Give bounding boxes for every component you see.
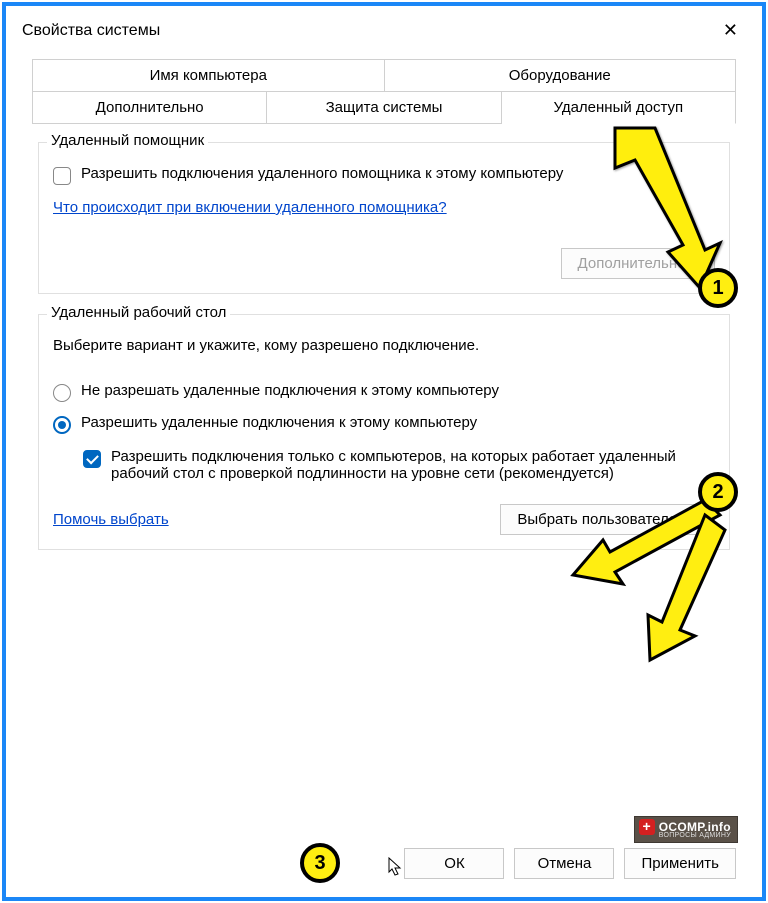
tab-remote[interactable]: Удаленный доступ: [502, 91, 736, 124]
tabs: Имя компьютера Оборудование Дополнительн…: [32, 59, 736, 124]
select-users-button[interactable]: Выбрать пользователей...: [500, 504, 715, 535]
group-title-remote-desktop: Удаленный рабочий стол: [47, 304, 230, 321]
allow-remote-assistance-label: Разрешить подключения удаленного помощни…: [81, 165, 563, 182]
radio-deny-connections[interactable]: [53, 384, 71, 402]
apply-button[interactable]: Применить: [624, 848, 736, 879]
group-remote-desktop: Удаленный рабочий стол Выберите вариант …: [38, 314, 730, 550]
ok-button[interactable]: ОК: [404, 848, 504, 879]
radio-deny-label: Не разрешать удаленные подключения к это…: [81, 382, 499, 399]
nla-checkbox[interactable]: [83, 450, 101, 468]
tab-computer-name[interactable]: Имя компьютера: [32, 59, 385, 91]
cancel-button[interactable]: Отмена: [514, 848, 614, 879]
window-title: Свойства системы: [22, 22, 160, 40]
tab-advanced[interactable]: Дополнительно: [32, 91, 267, 123]
remote-desktop-intro: Выберите вариант и укажите, кому разреше…: [53, 337, 715, 354]
watermark: OCOMP.info ВОПРОСЫ АДМИНУ: [634, 816, 738, 843]
allow-remote-assistance-checkbox[interactable]: [53, 167, 71, 185]
remote-assistance-help-link[interactable]: Что происходит при включении удаленного …: [53, 199, 447, 216]
tab-hardware[interactable]: Оборудование: [385, 59, 737, 91]
remote-assistance-advanced-button[interactable]: Дополнительно...: [561, 248, 715, 279]
nla-label: Разрешить подключения только с компьютер…: [111, 448, 715, 482]
tab-system-protection[interactable]: Защита системы: [267, 91, 501, 123]
close-icon[interactable]: ✕: [713, 16, 748, 45]
radio-allow-connections[interactable]: [53, 416, 71, 434]
radio-allow-label: Разрешить удаленные подключения к этому …: [81, 414, 477, 431]
group-remote-assistance: Удаленный помощник Разрешить подключения…: [38, 142, 730, 294]
dialog-footer: ОК Отмена Применить: [404, 848, 736, 879]
help-choose-link[interactable]: Помочь выбрать: [53, 511, 169, 528]
group-title-remote-assistance: Удаленный помощник: [47, 132, 208, 149]
